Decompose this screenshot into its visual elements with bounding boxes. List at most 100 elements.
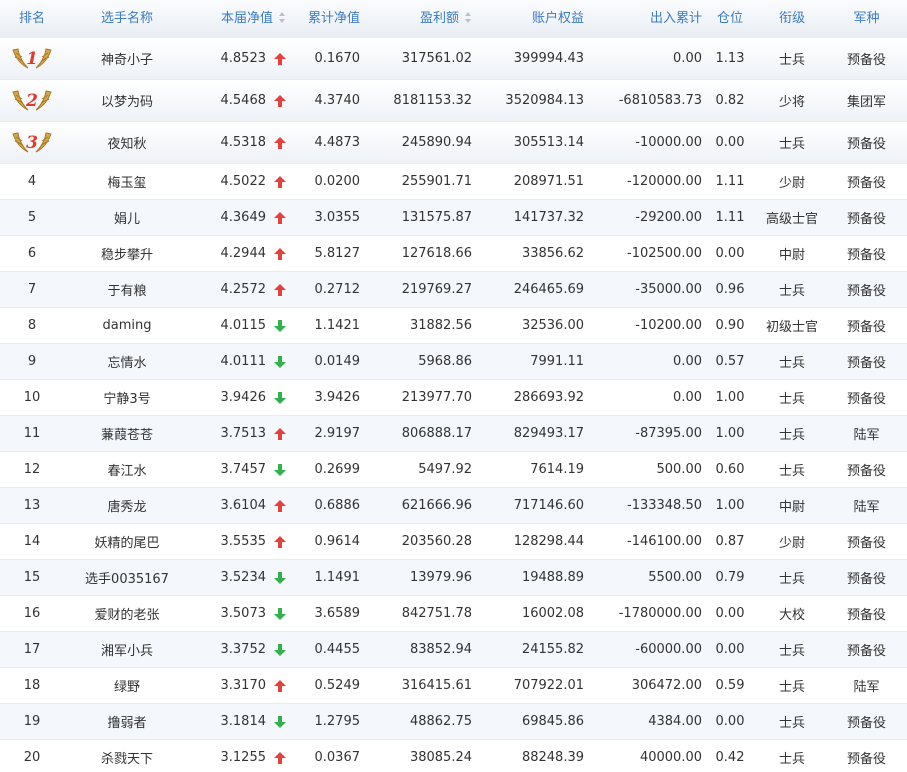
nav-value: 4.5022 [220, 174, 267, 189]
cell-service: 预备役 [846, 137, 886, 152]
cell-rank: 12 [23, 462, 41, 477]
cell-cum-nav: 1.2795 [314, 714, 361, 729]
table-row[interactable]: 9 忘情水 4.0111 0.0149 5968.86 7991.11 0.00 0.57 士兵… [0, 344, 907, 380]
cell-service: 预备役 [846, 644, 886, 659]
table-row[interactable]: 7 于有粮 4.2572 0.2712 219769.27 246465.69 -35000… [0, 272, 907, 308]
cell-service: 预备役 [846, 608, 886, 623]
cell-title: 士兵 [778, 680, 805, 695]
cell-name[interactable]: 妖精的尾巴 [64, 524, 190, 559]
cell-position: 1.11 [715, 174, 745, 189]
cell-name[interactable]: 唐秀龙 [64, 488, 190, 523]
cell-rank: 6 [27, 246, 37, 261]
cell-name[interactable]: 梅玉玺 [64, 164, 190, 199]
cell-rank: 7 [27, 282, 37, 297]
table-row[interactable]: 4 梅玉玺 4.5022 0.0200 255901.71 208971.51 -12000… [0, 164, 907, 200]
cell-cum-nav: 4.3740 [314, 93, 361, 108]
cell-position: 0.82 [715, 93, 745, 108]
cell-cum-nav: 3.0355 [314, 210, 361, 225]
header-cum-nav[interactable]: 累计净值 [286, 0, 360, 38]
cell-profit: 219769.27 [401, 282, 472, 297]
table-row[interactable]: 19 撸弱者 3.1814 1.2795 48862.75 69845.86 4384.00… [0, 704, 907, 740]
header-position[interactable]: 仓位 [702, 0, 758, 38]
table-row[interactable]: 2 以梦为码 4.5468 4.3740 8181153.32 3520984.13 -68… [0, 80, 907, 122]
table-row[interactable]: 15 选手0035167 3.5234 1.1491 13979.96 19488.89 5… [0, 560, 907, 596]
cell-name[interactable]: 宁静3号 [64, 380, 190, 415]
sort-icon [279, 12, 286, 23]
header-inout[interactable]: 出入累计 [584, 0, 702, 38]
cell-position: 1.11 [715, 210, 745, 225]
header-title[interactable]: 衔级 [758, 0, 826, 38]
cell-name[interactable]: 湘军小兵 [64, 632, 190, 667]
table-row[interactable]: 6 稳步攀升 4.2944 5.8127 127618.66 33856.62 -10250… [0, 236, 907, 272]
down-arrow-icon [274, 463, 286, 476]
header-service[interactable]: 军种 [826, 0, 907, 38]
cell-nav: 3.3752 [190, 632, 286, 667]
table-row[interactable]: 14 妖精的尾巴 3.5535 0.9614 203560.28 128298.44 -14… [0, 524, 907, 560]
cell-name[interactable]: 杀戮天下 [64, 740, 190, 772]
cell-nav: 3.7457 [190, 452, 286, 487]
header-profit-label: 盈利额 [419, 11, 459, 26]
table-row[interactable]: 11 蒹葭苍苍 3.7513 2.9197 806888.17 829493.17 -873… [0, 416, 907, 452]
header-rank[interactable]: 排名 [0, 0, 64, 38]
cell-name[interactable]: 娟儿 [64, 200, 190, 235]
cell-name[interactable]: 绿野 [64, 668, 190, 703]
up-arrow-icon [274, 751, 286, 764]
cell-rank: 10 [23, 390, 41, 405]
header-nav[interactable]: 本届净值 [190, 0, 286, 38]
cell-nav: 4.2944 [190, 236, 286, 271]
cell-name[interactable]: 稳步攀升 [64, 236, 190, 271]
header-name[interactable]: 选手名称 [64, 0, 190, 38]
up-arrow-icon [274, 136, 286, 149]
cell-name[interactable]: 撸弱者 [64, 704, 190, 739]
table-row[interactable]: 3 夜知秋 4.5318 4.4873 245890.94 305513.14 -10000… [0, 122, 907, 164]
nav-value: 3.9426 [220, 390, 267, 405]
table-row[interactable]: 13 唐秀龙 3.6104 0.6886 621666.96 717146.60 -1333… [0, 488, 907, 524]
cell-inout: 0.00 [673, 354, 702, 369]
table-row[interactable]: 16 爱财的老张 3.5073 3.6589 842751.78 16002.08 -178… [0, 596, 907, 632]
table-row[interactable]: 17 湘军小兵 3.3752 0.4455 83852.94 24155.82 -60000… [0, 632, 907, 668]
cell-name[interactable]: 夜知秋 [64, 122, 190, 163]
cell-name[interactable]: 蒹葭苍苍 [64, 416, 190, 451]
header-equity[interactable]: 账户权益 [472, 0, 584, 38]
cell-cum-nav: 0.0149 [314, 354, 361, 369]
cell-rank: 13 [23, 498, 41, 513]
ranking-board: 排名 选手名称 本届净值 累计净值 盈利额 账户权益 出入累计 仓位 衔级 军种… [0, 0, 907, 772]
cell-title: 士兵 [778, 464, 805, 479]
down-arrow-icon [274, 715, 286, 728]
header-profit[interactable]: 盈利额 [360, 0, 472, 38]
up-arrow-icon [274, 247, 286, 260]
cell-service: 预备役 [846, 356, 886, 371]
cell-name[interactable]: daming [64, 308, 190, 343]
cell-name[interactable]: 春江水 [64, 452, 190, 487]
down-arrow-icon [274, 355, 286, 368]
nav-value: 4.2572 [220, 282, 267, 297]
table-row[interactable]: 10 宁静3号 3.9426 3.9426 213977.70 286693.92 0.00… [0, 380, 907, 416]
cell-profit: 255901.71 [401, 174, 472, 189]
cell-inout: -146100.00 [627, 534, 702, 549]
table-row[interactable]: 1 神奇小子 4.8523 0.1670 317561.02 399994.43 0.00 1… [0, 38, 907, 80]
cell-name[interactable]: 选手0035167 [64, 560, 190, 595]
winged-medal-icon: 1 [12, 47, 52, 69]
cell-name[interactable]: 于有粮 [64, 272, 190, 307]
up-arrow-icon [274, 427, 286, 440]
cell-equity: 707922.01 [513, 678, 584, 693]
cell-name[interactable]: 忘情水 [64, 344, 190, 379]
cell-name[interactable]: 神奇小子 [64, 38, 190, 79]
table-row[interactable]: 5 娟儿 4.3649 3.0355 131575.87 141737.32 -29200.… [0, 200, 907, 236]
cell-title: 士兵 [778, 644, 805, 659]
up-arrow-icon [274, 499, 286, 512]
nav-value: 4.5318 [220, 135, 267, 150]
cell-title: 少尉 [778, 176, 805, 191]
table-row[interactable]: 20 杀戮天下 3.1255 0.0367 38085.24 88248.39 40000.… [0, 740, 907, 772]
cell-name[interactable]: 爱财的老张 [64, 596, 190, 631]
table-row[interactable]: 18 绿野 3.3170 0.5249 316415.61 707922.01 306472… [0, 668, 907, 704]
cell-inout: -6810583.73 [618, 93, 702, 108]
cell-cum-nav: 5.8127 [314, 246, 361, 261]
cell-profit: 31882.56 [409, 318, 472, 333]
cell-equity: 24155.82 [521, 642, 584, 657]
table-row[interactable]: 8 daming 4.0115 1.1421 31882.56 32536.00 -1020… [0, 308, 907, 344]
cell-name[interactable]: 以梦为码 [64, 80, 190, 121]
table-row[interactable]: 12 春江水 3.7457 0.2699 5497.92 7614.19 500.00 0.6… [0, 452, 907, 488]
cell-rank: 15 [23, 570, 41, 585]
nav-value: 3.1255 [220, 750, 267, 765]
